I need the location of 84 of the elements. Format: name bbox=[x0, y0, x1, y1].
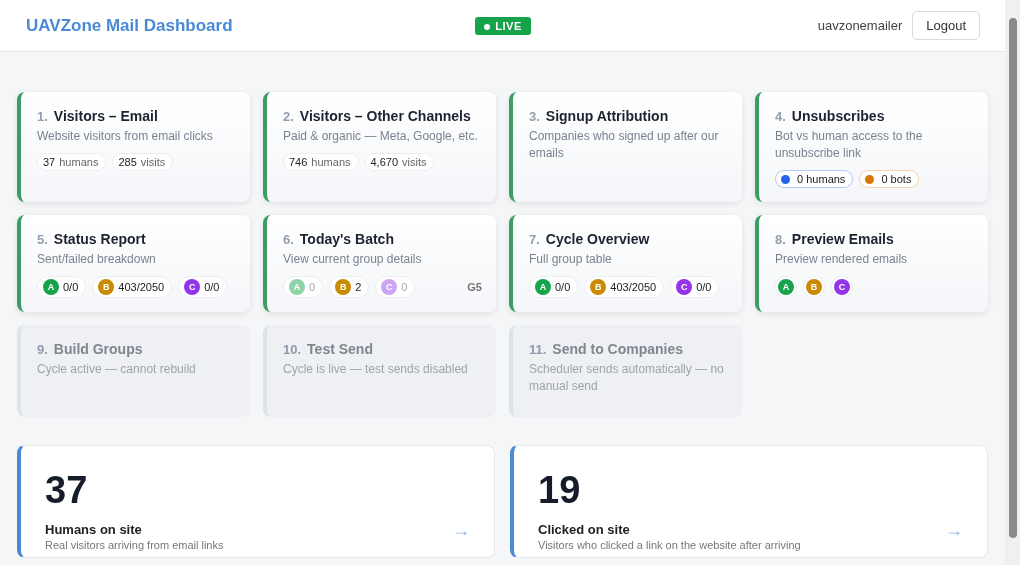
card-title: Send to Companies bbox=[552, 341, 684, 357]
group-badge: C bbox=[834, 279, 850, 295]
card-subtitle: Scheduler sends automatically — no manual send bbox=[529, 361, 725, 395]
card-title: Preview Emails bbox=[791, 231, 894, 247]
card-number: 3. bbox=[529, 109, 540, 124]
group-count: 0/0 bbox=[696, 281, 712, 293]
card-subtitle: Sent/failed breakdown bbox=[37, 251, 157, 268]
stat-description: Visitors who clicked a link on the website after arriving bbox=[538, 539, 802, 551]
card-number: 9. bbox=[37, 342, 48, 357]
card-title: Visitors – Other Channels bbox=[299, 108, 471, 124]
card-title: Status Report bbox=[53, 231, 146, 247]
dashboard-card[interactable]: 2. Visitors – Other Channels Paid & organic — Meta, Google, etc. 746 humans 4,670 visits bbox=[263, 92, 496, 202]
card-subtitle: Website visitors from email clicks bbox=[37, 128, 214, 145]
group-badge: B bbox=[98, 279, 115, 295]
group-badge: B bbox=[335, 279, 352, 295]
count-chip: 37 humans bbox=[37, 153, 107, 171]
card-subtitle: View current group details bbox=[283, 251, 423, 268]
group-badge: B bbox=[590, 279, 607, 295]
card-subtitle: Paid & organic — Meta, Google, etc. bbox=[283, 128, 479, 145]
dashboard-card[interactable]: 6. Today's Batch View current group details A 0 B 2 C 0 G5 bbox=[263, 215, 496, 312]
card-subtitle: Bot vs human access to the unsubscribe link bbox=[775, 128, 924, 162]
group-badge: A bbox=[43, 279, 59, 295]
group-badge: A bbox=[535, 279, 551, 295]
card-subtitle: Cycle active — cannot rebuild bbox=[37, 361, 197, 378]
dashboard-card[interactable]: 3. Signup Attribution Companies who signed up after our emails bbox=[509, 92, 742, 202]
count-chip: 4,670 visits bbox=[364, 153, 435, 171]
group-badge: C bbox=[381, 279, 398, 295]
stat-description: Real visitors arriving from email links bbox=[45, 539, 225, 551]
card-title: Signup Attribution bbox=[545, 108, 669, 124]
arrow-icon: → bbox=[945, 520, 963, 541]
card-title: Unsubscribes bbox=[791, 108, 885, 124]
stat-card[interactable]: 37 Humans on site Real visitors arriving from email links → bbox=[17, 445, 495, 558]
card-number: 2. bbox=[283, 109, 294, 124]
group-count: 0/0 bbox=[555, 281, 571, 293]
group-count: 0/0 bbox=[63, 281, 79, 293]
card-subtitle: Full group table bbox=[529, 251, 613, 268]
group-count: 2 bbox=[355, 281, 362, 293]
group-badge: C bbox=[676, 279, 693, 295]
card-title: Today's Batch bbox=[299, 231, 394, 247]
dashboard-card[interactable]: 1. Visitors – Email Website visitors from email clicks 37 humans 285 visits bbox=[17, 92, 250, 202]
card-number: 4. bbox=[775, 109, 786, 124]
count-chip: 285 visits bbox=[112, 153, 174, 171]
group-count: 0 bbox=[401, 281, 408, 293]
group-label: G5 bbox=[467, 281, 482, 293]
card-title: Cycle Overview bbox=[545, 231, 650, 247]
live-badge: LIVE bbox=[475, 16, 531, 35]
stat-label: Humans on site bbox=[45, 522, 143, 537]
dashboard-card[interactable]: 8. Preview Emails Preview rendered emails A B C bbox=[755, 215, 988, 312]
app-title: UAVZone Mail Dashboard bbox=[26, 15, 234, 36]
group-count: 403/2050 bbox=[118, 281, 165, 293]
count-chip: 0 humans bbox=[775, 170, 854, 188]
group-badge: C bbox=[184, 279, 201, 295]
card-subtitle: Cycle is live — test sends disabled bbox=[283, 361, 469, 378]
card-title: Visitors – Email bbox=[53, 108, 158, 124]
stat-value: 37 bbox=[45, 468, 89, 513]
arrow-icon: → bbox=[452, 520, 470, 541]
count-chip: 0 bots bbox=[859, 170, 920, 188]
group-count: 0 bbox=[309, 281, 316, 293]
card-subtitle: Preview rendered emails bbox=[775, 251, 909, 268]
card-number: 10. bbox=[283, 342, 302, 357]
card-number: 7. bbox=[529, 232, 540, 247]
card-title: Test Send bbox=[307, 341, 373, 357]
card-number: 1. bbox=[37, 109, 48, 124]
group-badge: B bbox=[806, 279, 822, 295]
stat-value: 19 bbox=[538, 468, 582, 513]
stat-card[interactable]: 19 Clicked on site Visitors who clicked a link on the website after arriving → bbox=[510, 445, 988, 558]
dashboard-card[interactable]: 4. Unsubscribes Bot vs human access to the unsubscribe link 0 humans 0 bots bbox=[755, 92, 988, 202]
stat-label: Clicked on site bbox=[538, 522, 631, 537]
group-count: 403/2050 bbox=[610, 281, 657, 293]
card-number: 8. bbox=[775, 232, 786, 247]
card-subtitle: Companies who signed up after our emails bbox=[529, 128, 720, 162]
card-title: Build Groups bbox=[53, 341, 143, 357]
dashboard-card[interactable]: 7. Cycle Overview Full group table A 0/0 B 403/2050 C 0/0 bbox=[509, 215, 742, 312]
group-count: 0/0 bbox=[204, 281, 220, 293]
group-badge: A bbox=[778, 279, 794, 295]
username: uavzonemailer bbox=[817, 18, 903, 33]
dashboard-card[interactable]: 5. Status Report Sent/failed breakdown A 0/0 B 403/2050 C 0/0 bbox=[17, 215, 250, 312]
group-badge: A bbox=[289, 279, 305, 295]
scrollbar[interactable] bbox=[1005, 0, 1020, 565]
card-number: 6. bbox=[283, 232, 294, 247]
logout-button[interactable]: Logout bbox=[912, 11, 980, 40]
card-number: 5. bbox=[37, 232, 48, 247]
card-number: 11. bbox=[529, 342, 547, 357]
count-chip: 746 humans bbox=[283, 153, 359, 171]
